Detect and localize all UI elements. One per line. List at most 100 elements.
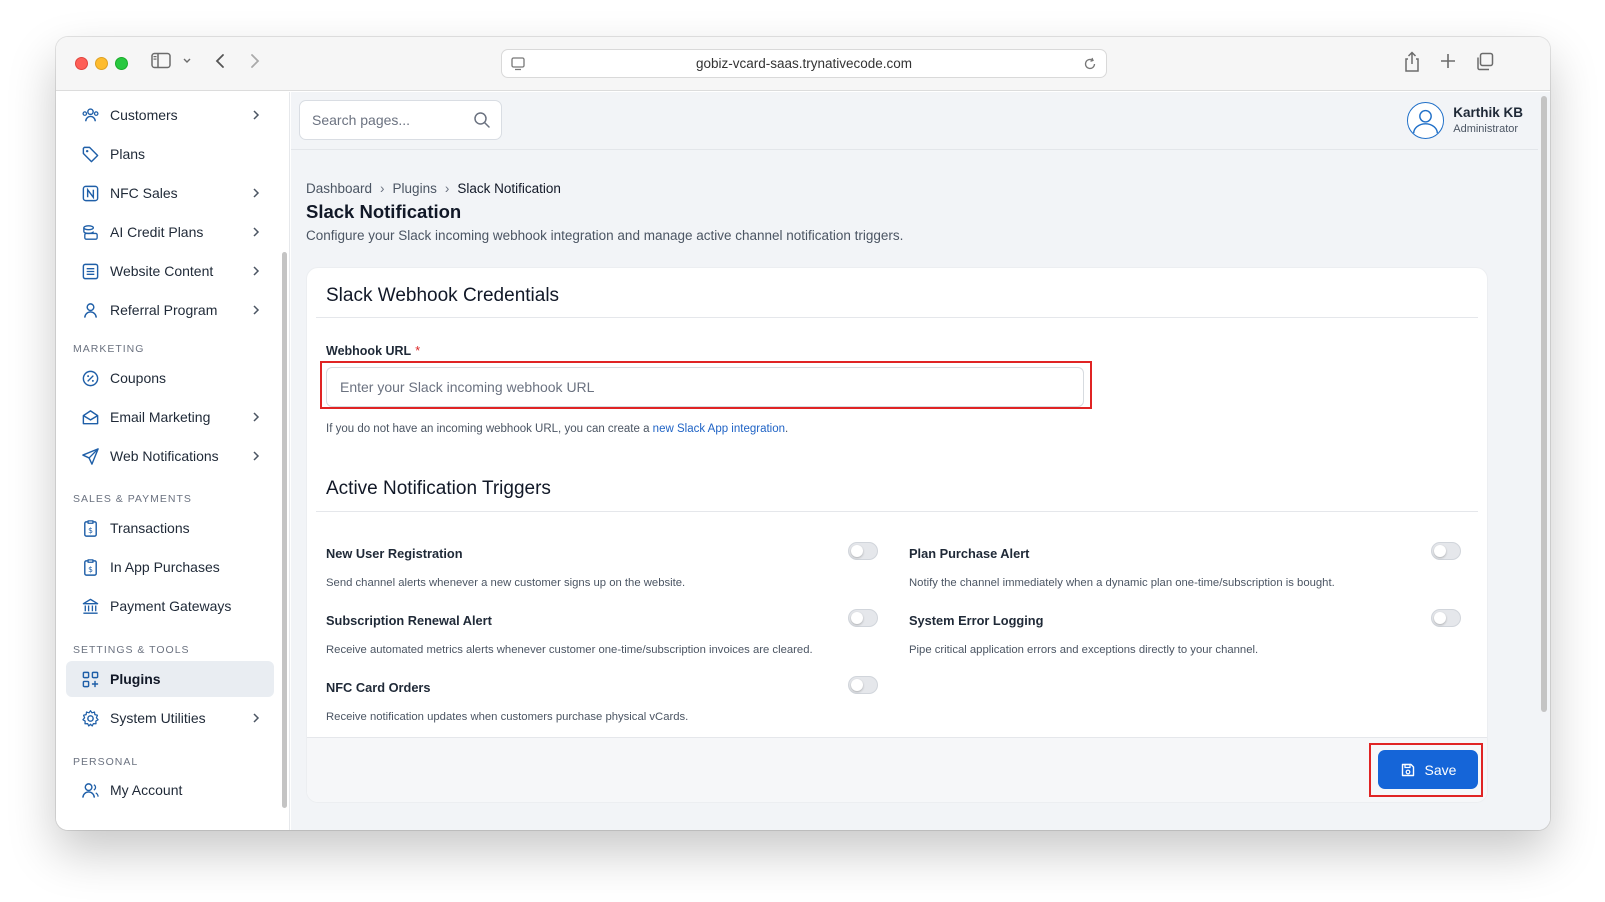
chevron-right-icon	[252, 186, 260, 204]
sidebar-item-label: Coupons	[110, 370, 167, 386]
account-icon	[80, 780, 100, 800]
minimize-window-button[interactable]	[95, 57, 108, 70]
save-label: Save	[1424, 761, 1457, 778]
divider	[316, 317, 1478, 318]
send-icon	[80, 446, 100, 466]
sidebar-item-label: System Utilities	[110, 710, 206, 726]
close-window-button[interactable]	[75, 57, 88, 70]
sidebar-item-label: Referral Program	[110, 302, 218, 318]
sidebar-item-payment-gateways[interactable]: Payment Gateways	[66, 588, 274, 624]
breadcrumb-separator: ›	[444, 181, 450, 196]
search-icon[interactable]	[473, 111, 491, 134]
chevron-down-icon[interactable]	[182, 57, 192, 65]
sidebar-item-in-app-purchases[interactable]: $ In App Purchases	[66, 549, 274, 585]
sidebar-item-coupons[interactable]: Coupons	[66, 360, 274, 396]
user-role: Administrator	[1453, 123, 1519, 135]
subscription-renewal-alert-toggle[interactable]	[848, 609, 878, 627]
new-user-registration-toggle[interactable]	[848, 542, 878, 560]
sidebar-item-label: NFC Sales	[110, 185, 178, 201]
sidebar-item-my-account[interactable]: My Account	[66, 772, 274, 808]
sidebar-section-settings-tools: SETTINGS & TOOLS	[73, 644, 190, 656]
hint-suffix: .	[785, 423, 789, 435]
search-box[interactable]	[299, 100, 502, 140]
address-bar[interactable]: gobiz-vcard-saas.trynativecode.com	[501, 49, 1107, 78]
sidebar-item-customers[interactable]: Customers	[66, 97, 274, 133]
trigger-description: Notify the channel immediately when a dy…	[909, 577, 1335, 589]
trigger-title: Subscription Renewal Alert	[326, 613, 492, 628]
reload-icon[interactable]	[1082, 56, 1098, 75]
sidebar-item-web-notifications[interactable]: Web Notifications	[66, 438, 274, 474]
share-icon[interactable]	[1403, 51, 1421, 73]
chevron-right-icon	[252, 303, 260, 321]
user-name: Karthik KB	[1453, 105, 1523, 120]
trigger-title: System Error Logging	[909, 613, 1044, 628]
sidebar-item-label: Plans	[110, 146, 146, 162]
plan-purchase-alert-toggle[interactable]	[1431, 542, 1461, 560]
maximize-window-button[interactable]	[115, 57, 128, 70]
breadcrumb-separator: ›	[380, 181, 385, 196]
chevron-right-icon	[252, 108, 260, 126]
required-mark: *	[415, 344, 421, 358]
hint-prefix: If you do not have an incoming webhook U…	[326, 423, 653, 435]
nfc-card-orders-toggle[interactable]	[848, 676, 878, 694]
chevron-right-icon	[252, 264, 260, 282]
trigger-description: Receive notification updates when custom…	[326, 711, 689, 723]
sidebar-item-email-marketing[interactable]: Email Marketing	[66, 399, 274, 435]
new-slack-app-link[interactable]: new Slack App integration	[653, 423, 785, 435]
sidebar-item-website-content[interactable]: Website Content	[66, 253, 274, 289]
gear-icon	[80, 708, 100, 728]
breadcrumb: Dashboard › Plugins › Slack Notification	[306, 181, 561, 196]
page-title: Slack Notification	[306, 201, 462, 222]
receipt-icon: $	[80, 518, 100, 538]
svg-text:$: $	[88, 564, 93, 573]
triggers-title: Active Notification Triggers	[326, 478, 551, 499]
sidebar-item-plugins[interactable]: Plugins	[66, 661, 274, 697]
sidebar-item-transactions[interactable]: $ Transactions	[66, 510, 274, 546]
receipt-icon: $	[80, 557, 100, 577]
tag-icon	[80, 144, 100, 164]
chevron-right-icon	[252, 225, 260, 243]
sidebar-section-personal: PERSONAL	[73, 756, 139, 768]
sidebar-item-referral-program[interactable]: Referral Program	[66, 292, 274, 328]
save-button[interactable]: Save	[1378, 750, 1478, 789]
webhook-url-label: Webhook URL *	[326, 344, 420, 358]
search-input[interactable]	[312, 112, 462, 128]
sidebar-item-system-utilities[interactable]: System Utilities	[66, 700, 274, 736]
sidebar-section-sales-payments: SALES & PAYMENTS	[73, 493, 192, 505]
browser-window: gobiz-vcard-saas.trynativecode.com Custo…	[56, 37, 1550, 830]
chevron-right-icon	[252, 449, 260, 467]
sidebar-item-label: Email Marketing	[110, 409, 211, 425]
sidebar: Customers Plans NFC Sales AI Credit Plan…	[56, 92, 290, 830]
back-icon[interactable]	[213, 52, 227, 70]
new-tab-icon[interactable]	[1439, 52, 1457, 70]
trigger-description: Receive automated metrics alerts wheneve…	[326, 644, 813, 656]
forward-icon[interactable]	[248, 52, 262, 70]
sidebar-item-label: Plugins	[110, 671, 161, 687]
sidebar-item-plans[interactable]: Plans	[66, 136, 274, 172]
page-description: Configure your Slack incoming webhook in…	[306, 228, 904, 243]
user-icon	[80, 300, 100, 320]
trigger-new-user-registration: New User Registration Send channel alert…	[326, 542, 878, 589]
system-error-logging-toggle[interactable]	[1431, 609, 1461, 627]
sidebar-item-ai-credit-plans[interactable]: AI Credit Plans	[66, 214, 274, 250]
user-menu[interactable]: Karthik KB Administrator	[1407, 100, 1523, 140]
breadcrumb-plugins[interactable]: Plugins	[393, 181, 437, 196]
main-scrollbar[interactable]	[1541, 96, 1547, 712]
sidebar-item-label: Transactions	[110, 520, 190, 536]
main-content: Karthik KB Administrator Dashboard › Plu…	[291, 92, 1550, 830]
sidebar-toggle-icon[interactable]	[151, 52, 173, 70]
sidebar-scrollbar[interactable]	[282, 252, 287, 808]
card-footer: Save	[307, 737, 1487, 802]
avatar	[1407, 101, 1445, 139]
breadcrumb-dashboard[interactable]: Dashboard	[306, 181, 372, 196]
url-text: gobiz-vcard-saas.trynativecode.com	[695, 56, 913, 71]
tab-overview-icon[interactable]	[1475, 52, 1495, 72]
webhook-url-input[interactable]	[326, 367, 1084, 407]
trigger-system-error-logging: System Error Logging Pipe critical appli…	[909, 609, 1461, 656]
breadcrumb-current: Slack Notification	[457, 181, 561, 196]
plugins-icon	[80, 669, 100, 689]
users-icon	[80, 105, 100, 125]
sidebar-item-nfc-sales[interactable]: NFC Sales	[66, 175, 274, 211]
document-icon	[80, 261, 100, 281]
credentials-title: Slack Webhook Credentials	[326, 285, 560, 306]
